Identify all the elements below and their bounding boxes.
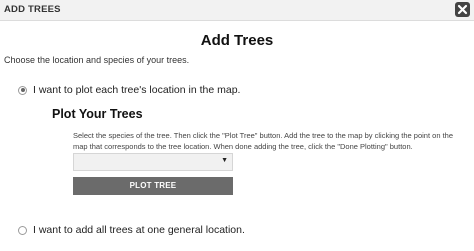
close-button[interactable] [455, 2, 470, 17]
species-select[interactable]: ▼ [73, 153, 233, 171]
caret-down-icon: ▼ [221, 157, 228, 164]
radio-plot-each[interactable] [18, 85, 27, 95]
option-general-location-label: I want to add all trees at one general l… [33, 224, 245, 236]
option-general-location[interactable]: I want to add all trees at one general l… [18, 224, 245, 236]
option-plot-each-label: I want to plot each tree's location in t… [33, 84, 241, 96]
dialog-titlebar: ADD TREES [0, 0, 474, 21]
plot-instructions: Select the species of the tree. Then cli… [73, 131, 453, 151]
intro-text: Choose the location and species of your … [4, 55, 190, 65]
close-icon [457, 4, 468, 15]
dialog-title: ADD TREES [4, 4, 61, 15]
plot-section-title: Plot Your Trees [52, 107, 143, 121]
page-heading: Add Trees [200, 32, 274, 49]
plot-tree-button[interactable]: PLOT TREE [73, 177, 233, 195]
option-plot-each[interactable]: I want to plot each tree's location in t… [18, 84, 240, 96]
radio-general-location[interactable] [18, 225, 27, 235]
